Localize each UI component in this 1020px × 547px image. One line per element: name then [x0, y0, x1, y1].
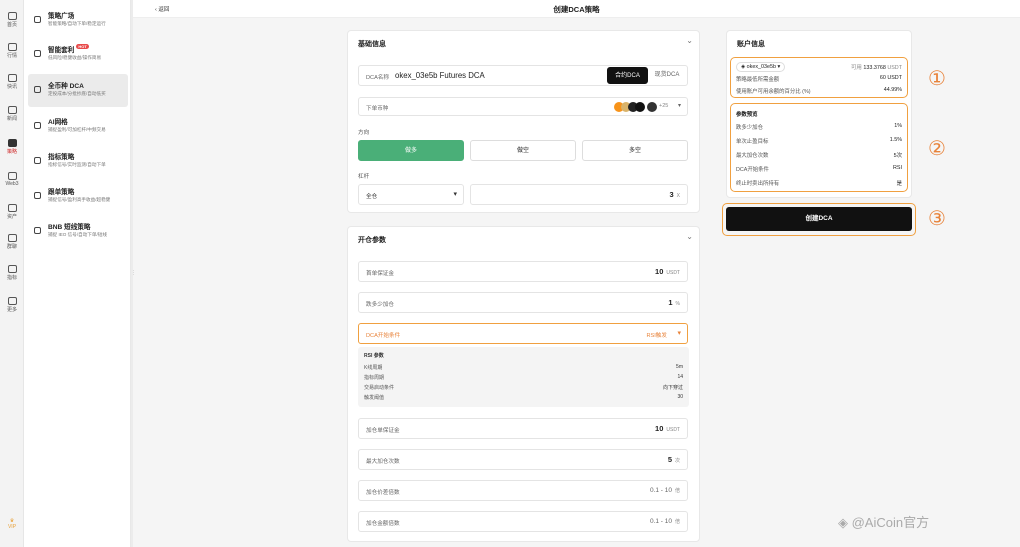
vip-badge[interactable]: ♛ VIP	[2, 518, 22, 530]
coin-icon-4	[635, 102, 645, 112]
direction-long-button[interactable]: 做多	[358, 140, 464, 161]
rail-flash[interactable]: 快讯	[0, 74, 24, 90]
strategy-sidebar: 策略广场 智能策略/自动下单/稳定运行 智能套利HOT 低风险/稳健收益/操作简易 …	[24, 0, 131, 547]
open-params-title: 开仓参数	[358, 237, 386, 244]
direction-label: 方向	[358, 130, 370, 136]
sidebar-item-ai-grid[interactable]: AI网格 捕捉盈利/可加杠杆/中频交易	[28, 110, 128, 143]
tab-spot-dca[interactable]: 现货DCA	[648, 67, 686, 84]
rail-more[interactable]: 更多	[0, 297, 24, 313]
amount-multiplier-field[interactable]: 加仓金额倍数 0.1 - 10 倍	[358, 511, 688, 532]
chevron-down-icon[interactable]: ⌄	[686, 36, 693, 45]
more-icon	[7, 297, 17, 305]
leverage-input[interactable]: 3X	[470, 184, 688, 205]
chat-icon	[7, 234, 17, 242]
top-bar: ‹ 返回 创建DCA策略	[133, 0, 1020, 18]
rsi-row: 触发阈值 30	[364, 394, 683, 401]
caret-down-icon: ▾	[677, 103, 681, 109]
rail-strategy[interactable]: 策略	[0, 139, 24, 155]
chart-icon	[7, 43, 17, 51]
rail-indicator[interactable]: 指标	[0, 265, 24, 281]
wallet-icon	[7, 204, 17, 212]
home-icon	[7, 12, 17, 20]
news-icon	[7, 74, 17, 82]
chevron-down-icon[interactable]: ⌄	[686, 232, 693, 241]
sidebar-item-arbitrage[interactable]: 智能套利HOT 低风险/稳健收益/操作简易	[28, 38, 128, 71]
annotation-box-1	[730, 57, 908, 98]
sidebar-item-copy[interactable]: 跟单策略 捕捉信号/盈利高手收益/超稳健	[28, 180, 128, 213]
robot-icon	[7, 139, 17, 147]
first-order-margin-field[interactable]: 首单保证金 10 USDT	[358, 261, 688, 282]
tab-futures-dca[interactable]: 合约DCA	[607, 67, 648, 84]
copy-icon	[34, 192, 41, 199]
rsi-row: 指标周期 14	[364, 374, 683, 381]
direction-short-button[interactable]: 做空	[470, 140, 576, 161]
store-icon	[34, 16, 41, 23]
annotation-number-3: ③	[928, 208, 946, 230]
margin-mode-select[interactable]: 全仓 ▾	[358, 184, 464, 205]
sidebar-item-indicator[interactable]: 指标策略 指标信号/实时监测/自动下单	[28, 145, 128, 178]
add-on-drop-field[interactable]: 跌多少加仓 1%	[358, 292, 688, 313]
article-icon	[7, 106, 17, 114]
rail-news[interactable]: 新闻	[0, 106, 24, 122]
signal-icon	[34, 157, 41, 164]
grid-icon	[34, 122, 41, 129]
hot-badge: HOT	[76, 44, 89, 49]
account-info-title: 账户信息	[737, 41, 765, 48]
web3-icon	[7, 172, 17, 180]
rsi-row: 交易启动条件 向下穿过	[364, 385, 683, 391]
watermark: ◈ @AiCoin官方	[838, 515, 930, 530]
annotation-box-2	[730, 103, 908, 192]
annotation-box-3	[722, 203, 916, 236]
rail-home[interactable]: 首页	[0, 12, 24, 28]
rsi-params-panel: RSI 参数 K线周期 5m 指标周期 14 交易启动条件 向下穿过 触发阈值 30	[358, 347, 689, 407]
leverage-label: 杠杆	[358, 174, 370, 180]
basic-info-title: 基础信息	[358, 41, 386, 48]
collapse-handle-icon[interactable]: ⋮	[131, 270, 136, 280]
sidebar-item-plaza[interactable]: 策略广场 智能策略/自动下单/稳定运行	[28, 4, 128, 37]
price-step-multiplier-field[interactable]: 加仓价差倍数 0.1 - 10 倍	[358, 480, 688, 501]
add-order-margin-field[interactable]: 加仓单保证金 10 USDT	[358, 418, 688, 439]
dca-icon	[34, 86, 41, 93]
sidebar-item-dca[interactable]: 全币种 DCA 定投成本/分批抄底/自动低买	[28, 74, 128, 107]
dca-name-value: okex_03e5b Futures DCA	[395, 71, 485, 80]
indicator-icon	[7, 265, 17, 273]
caret-down-icon: ▾	[453, 191, 457, 198]
page-title: 创建DCA策略	[553, 5, 600, 14]
max-add-count-field[interactable]: 最大加仓次数 5次	[358, 449, 688, 470]
caret-down-icon: ▾	[677, 330, 681, 337]
rail-market[interactable]: 行情	[0, 43, 24, 59]
rail-assets[interactable]: 资产	[0, 204, 24, 220]
annotation-number-1: ①	[928, 68, 946, 90]
rsi-row: K线周期 5m	[364, 364, 683, 371]
rail-web3[interactable]: Web3	[0, 172, 24, 187]
rsi-params-title: RSI 参数	[364, 353, 384, 359]
dca-trigger-select[interactable]: DCA开始条件 RSI触发 ▾	[358, 323, 688, 344]
sidebar-item-bnb[interactable]: BNB 短线策略 捕捉 IEO 信号/自动下单/短线	[28, 215, 128, 248]
icon-rail: 首页 行情 快讯 新闻 策略 Web3 资产 群聊 指标 更多 ♛ VIP	[0, 0, 24, 547]
coin-icon-5	[647, 102, 657, 112]
annotation-number-2: ②	[928, 138, 946, 160]
rail-chat[interactable]: 群聊	[0, 234, 24, 250]
arbitrage-icon	[34, 50, 41, 57]
bnb-icon	[34, 227, 41, 234]
direction-both-button[interactable]: 多空	[582, 140, 688, 161]
coin-selector[interactable]: 下单币种 +25 ▾	[358, 97, 688, 116]
